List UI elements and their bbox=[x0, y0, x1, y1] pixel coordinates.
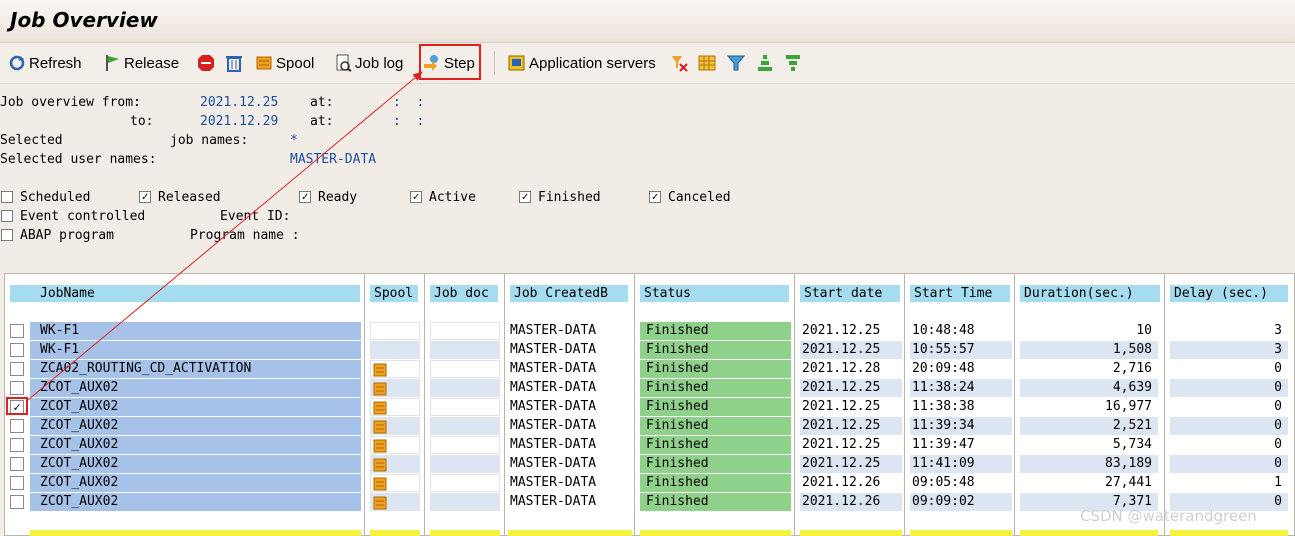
annotation-arrow bbox=[27, 71, 423, 401]
watermark: CSDN @waterandgreen bbox=[1080, 507, 1257, 525]
